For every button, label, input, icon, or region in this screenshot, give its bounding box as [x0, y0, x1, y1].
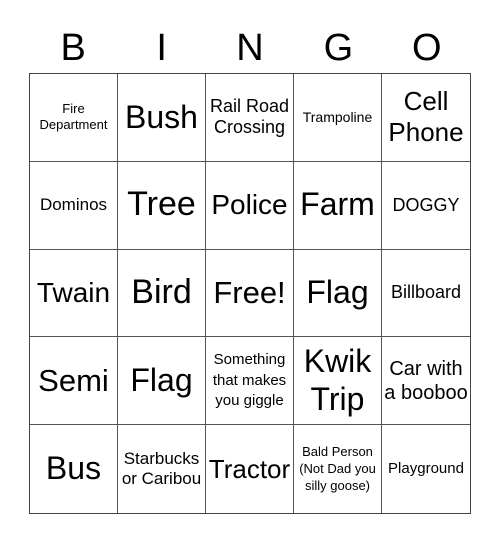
bingo-cell[interactable]: Dominos	[30, 161, 118, 250]
bingo-cell[interactable]: Bird	[118, 249, 206, 338]
header-letter-o: O	[412, 27, 442, 69]
bingo-cell[interactable]: Trampoline	[294, 74, 382, 162]
bingo-cell[interactable]: Semi	[30, 337, 118, 426]
bingo-cell[interactable]: Bus	[30, 425, 118, 513]
bingo-cell[interactable]: Flag	[294, 249, 382, 338]
bingo-cell[interactable]: Flag	[118, 337, 206, 426]
bingo-grid: Fire Department Bush Rail Road Crossing …	[29, 73, 471, 514]
bingo-cell[interactable]: Police	[206, 161, 294, 250]
header-letter-g: G	[323, 27, 354, 69]
bingo-cell[interactable]: Something that makes you giggle	[206, 337, 294, 426]
bingo-cell[interactable]: Cell Phone	[382, 74, 470, 162]
bingo-header: B I N G O	[29, 26, 471, 70]
bingo-cell[interactable]: Rail Road Crossing	[206, 74, 294, 162]
bingo-cell[interactable]: Fire Department	[30, 74, 118, 162]
bingo-cell[interactable]: Farm	[294, 161, 382, 250]
bingo-cell[interactable]: Tree	[118, 161, 206, 250]
bingo-cell[interactable]: Kwik Trip	[294, 337, 382, 426]
bingo-cell[interactable]: Starbucks or Caribou	[118, 425, 206, 513]
free-space-cell[interactable]: Free!	[206, 249, 294, 338]
bingo-cell[interactable]: Playground	[382, 425, 470, 513]
bingo-cell[interactable]: Bald Person (Not Dad you silly goose)	[294, 425, 382, 513]
bingo-cell[interactable]: Car with a booboo	[382, 337, 470, 426]
bingo-cell[interactable]: DOGGY	[382, 162, 470, 250]
bingo-cell[interactable]: Tractor	[206, 425, 294, 513]
header-letter-b: B	[60, 27, 86, 69]
bingo-cell[interactable]: Bush	[118, 74, 206, 162]
bingo-cell[interactable]: Twain	[30, 249, 118, 338]
header-letter-n: N	[236, 27, 264, 69]
bingo-cell[interactable]: Billboard	[382, 250, 470, 338]
header-letter-i: I	[156, 27, 167, 69]
